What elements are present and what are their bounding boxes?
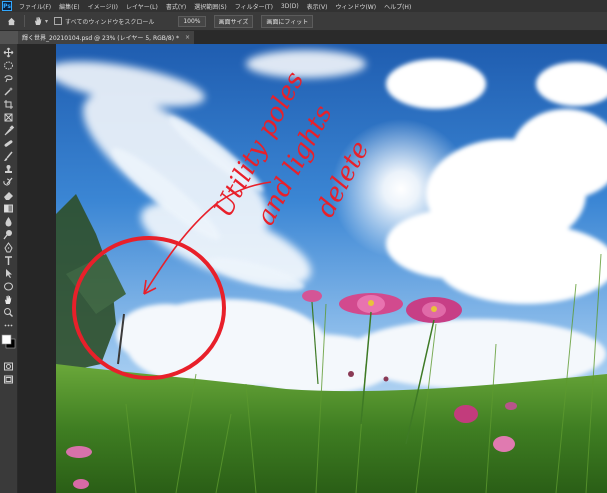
close-icon[interactable]: × bbox=[185, 34, 190, 41]
menu-filter[interactable]: フィルター(T) bbox=[231, 2, 277, 11]
shape-icon[interactable] bbox=[2, 281, 15, 292]
magic-wand-icon[interactable] bbox=[2, 86, 15, 97]
menu-select[interactable]: 選択範囲(S) bbox=[190, 2, 231, 11]
fill-screen-button[interactable]: 画面にフィット bbox=[261, 14, 314, 28]
scroll-all-checkbox[interactable] bbox=[54, 17, 63, 25]
menu-view[interactable]: 表示(V) bbox=[303, 2, 332, 11]
home-icon[interactable] bbox=[4, 14, 18, 28]
stamp-icon[interactable] bbox=[2, 164, 15, 175]
options-bar: ▾ すべてのウィンドウをスクロール 100% 画面サイズ 画面にフィット bbox=[0, 12, 607, 31]
eraser-icon[interactable] bbox=[2, 190, 15, 201]
hand-icon[interactable] bbox=[31, 14, 45, 28]
chevron-down-icon[interactable]: ▾ bbox=[45, 18, 48, 25]
document-tab-title: 輝く世界_20210104.psd @ 23% (レイヤー 5, RGB/8) … bbox=[22, 35, 179, 42]
document-tab[interactable]: 輝く世界_20210104.psd @ 23% (レイヤー 5, RGB/8) … bbox=[18, 31, 195, 44]
canvas-area[interactable]: Utility poles and lights delete bbox=[18, 44, 607, 493]
menu-window[interactable]: ウィンドウ(W) bbox=[331, 2, 380, 11]
scroll-all-label: すべてのウィンドウをスクロール bbox=[65, 18, 155, 26]
marquee-icon[interactable] bbox=[2, 60, 15, 71]
gradient-icon[interactable] bbox=[2, 203, 15, 214]
fit-screen-button[interactable]: 画面サイズ bbox=[213, 14, 254, 28]
type-icon[interactable] bbox=[2, 255, 15, 266]
blur-icon[interactable] bbox=[2, 216, 15, 227]
document-image[interactable]: Utility poles and lights delete bbox=[56, 44, 607, 493]
lasso-icon[interactable] bbox=[2, 73, 15, 84]
quick-mask-icon[interactable] bbox=[2, 361, 15, 372]
divider bbox=[24, 15, 25, 27]
document-tab-bar: 輝く世界_20210104.psd @ 23% (レイヤー 5, RGB/8) … bbox=[18, 31, 607, 44]
menu-edit[interactable]: 編集(E) bbox=[55, 2, 83, 11]
menu-3d[interactable]: 3D(D) bbox=[277, 3, 303, 10]
menu-type[interactable]: 書式(Y) bbox=[162, 2, 190, 11]
color-swatch-icon[interactable] bbox=[1, 334, 16, 349]
crop-icon[interactable] bbox=[2, 99, 15, 110]
brush-icon[interactable] bbox=[2, 151, 15, 162]
zoom-icon[interactable] bbox=[2, 307, 15, 318]
history-brush-icon[interactable] bbox=[2, 177, 15, 188]
screen-mode-icon[interactable] bbox=[2, 374, 15, 385]
move-icon[interactable] bbox=[2, 47, 15, 58]
tool-panel bbox=[0, 44, 18, 493]
eyedropper-icon[interactable] bbox=[2, 125, 15, 136]
menu-layer[interactable]: レイヤー(L) bbox=[122, 2, 162, 11]
zoom-value-field[interactable]: 100% bbox=[178, 15, 206, 27]
app-logo: Ps bbox=[2, 1, 12, 11]
menu-bar: Ps ファイル(F) 編集(E) イメージ(I) レイヤー(L) 書式(Y) 選… bbox=[0, 0, 607, 12]
healing-icon[interactable] bbox=[2, 138, 15, 149]
menu-help[interactable]: ヘルプ(H) bbox=[380, 2, 415, 11]
menu-image[interactable]: イメージ(I) bbox=[84, 2, 122, 11]
dodge-icon[interactable] bbox=[2, 229, 15, 240]
path-select-icon[interactable] bbox=[2, 268, 15, 279]
hand-tool-icon[interactable] bbox=[2, 294, 15, 305]
more-icon[interactable] bbox=[2, 320, 15, 331]
frame-icon[interactable] bbox=[2, 112, 15, 123]
menu-file[interactable]: ファイル(F) bbox=[15, 2, 55, 11]
pen-icon[interactable] bbox=[2, 242, 15, 253]
